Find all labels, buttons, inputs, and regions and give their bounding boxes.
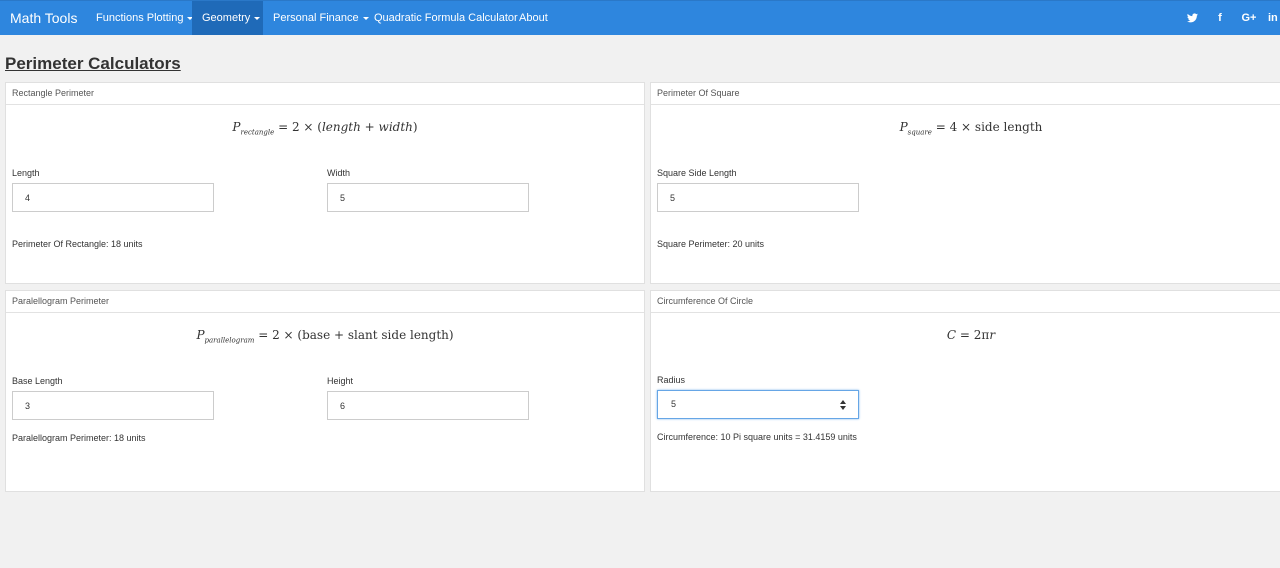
parallelogram-result: Paralellogram Perimeter: 18 units <box>12 433 146 443</box>
nav-label: About <box>519 12 548 24</box>
square-perimeter-card: Perimeter Of Square Psquare = 4 × side l… <box>650 82 1280 284</box>
formula-part: + <box>360 120 379 134</box>
formula-subscript: rectangle <box>240 128 275 137</box>
radius-value: 5 <box>671 399 677 409</box>
square-side-label: Square Side Length <box>657 168 737 178</box>
brand-logo[interactable]: Math Tools <box>10 1 77 36</box>
formula-part: = 4 × side length <box>931 120 1043 134</box>
nav-geometry[interactable]: Geometry <box>192 1 263 35</box>
card-title: Perimeter Of Square <box>651 83 1280 105</box>
length-label: Length <box>12 168 40 178</box>
linkedin-icon[interactable]: in <box>1268 1 1280 35</box>
nav-personal-finance[interactable]: Personal Finance <box>263 1 379 35</box>
formula-part: = 2 × ( <box>274 120 322 134</box>
square-result: Square Perimeter: 20 units <box>657 239 765 249</box>
card-title: Paralellogram Perimeter <box>6 291 644 313</box>
base-length-label: Base Length <box>12 376 63 386</box>
rectangle-result: Perimeter Of Rectangle: 18 units <box>12 239 143 249</box>
parallelogram-formula: Pparallelogram = 2 × (base + slant side … <box>6 328 644 344</box>
top-navbar: Math Tools Functions Plotting Geometry P… <box>0 0 1280 35</box>
twitter-icon[interactable] <box>1183 1 1201 35</box>
formula-part: ) <box>412 120 418 134</box>
nav-label: Geometry <box>202 12 251 24</box>
radius-label: Radius <box>657 375 686 385</box>
number-spinner-icon[interactable] <box>840 400 846 410</box>
nav-about[interactable]: About <box>509 1 558 35</box>
radius-input[interactable]: 5 <box>657 390 859 419</box>
circle-formula: C = 2πr <box>651 328 1280 342</box>
formula-subscript: square <box>907 128 932 137</box>
page-title: Perimeter Calculators <box>5 54 181 73</box>
formula-part: = 2π <box>956 328 990 342</box>
formula-lhs: P <box>196 328 205 342</box>
caret-down-icon <box>254 16 261 20</box>
google-plus-icon[interactable]: G+ <box>1240 1 1258 35</box>
formula-lhs: C <box>946 328 957 342</box>
formula-lhs: P <box>899 120 908 134</box>
width-input[interactable] <box>327 183 529 212</box>
nav-functions-plotting[interactable]: Functions Plotting <box>86 1 203 35</box>
circumference-circle-card: Circumference Of Circle C = 2πr Radius 5… <box>650 290 1280 492</box>
nav-label: Functions Plotting <box>96 12 184 24</box>
nav-quadratic-formula[interactable]: Quadratic Formula Calculator <box>364 1 528 35</box>
length-input[interactable] <box>12 183 214 212</box>
formula-var-width: width <box>378 120 413 134</box>
formula-var-r: r <box>989 328 996 342</box>
rectangle-formula: Prectangle = 2 × (length + width) <box>6 120 644 136</box>
base-length-input[interactable] <box>12 391 214 420</box>
rectangle-perimeter-card: Rectangle Perimeter Prectangle = 2 × (le… <box>5 82 645 284</box>
nav-label: Quadratic Formula Calculator <box>374 12 518 24</box>
formula-part: = 2 × (base + slant side length) <box>254 328 454 342</box>
formula-subscript: parallelogram <box>204 336 255 345</box>
height-label: Height <box>327 376 354 386</box>
square-side-input[interactable] <box>657 183 859 212</box>
parallelogram-perimeter-card: Paralellogram Perimeter Pparallelogram =… <box>5 290 645 492</box>
circle-result: Circumference: 10 Pi square units = 31.4… <box>657 432 857 442</box>
square-formula: Psquare = 4 × side length <box>651 120 1280 136</box>
width-label: Width <box>327 168 351 178</box>
card-title: Rectangle Perimeter <box>6 83 644 105</box>
facebook-icon[interactable]: f <box>1211 1 1229 35</box>
nav-label: Personal Finance <box>273 12 359 24</box>
card-title: Circumference Of Circle <box>651 291 1280 313</box>
height-input[interactable] <box>327 391 529 420</box>
formula-var-length: length <box>321 120 361 134</box>
